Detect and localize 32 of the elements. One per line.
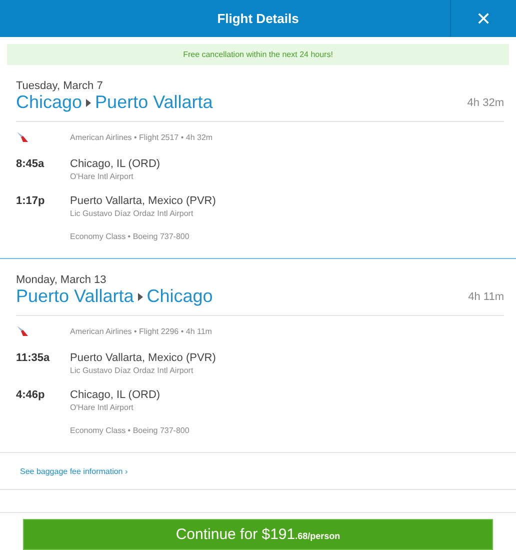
stop-time: 8:45a (16, 158, 46, 172)
caret-icon (138, 292, 143, 300)
airport-name: O'Hare Intl Airport (70, 403, 134, 412)
origin-city: Chicago (16, 92, 82, 113)
flight-date: Tuesday, March 7 (16, 80, 104, 92)
cabin-info: Economy Class • Boeing 737-800 (70, 232, 190, 241)
flight-duration: 4h 32m (467, 96, 504, 108)
caret-icon (86, 98, 92, 106)
window-title: Flight Details (216, 10, 300, 28)
destination-city: Puerto Vallarta (95, 92, 213, 113)
airport-name: Lic Gustavo Díaz Ordaz Intl Airport (70, 209, 194, 218)
stop-time: 11:35a (16, 352, 51, 366)
stop-city: Puerto Vallarta, Mexico (PVR) (70, 195, 217, 207)
cabin-info: Economy Class • Boeing 737-800 (70, 426, 190, 435)
destination-city: Chicago (146, 286, 213, 307)
origin-city: Puerto Vallarta (16, 286, 134, 307)
stop-city: Chicago, IL (ORD) (70, 389, 162, 401)
cancellation-banner: Free cancellation within the next 24 hours! (7, 44, 509, 65)
flight-info: American Airlines • Flight 2517 • 4h 32m (70, 132, 213, 142)
flight-date: Monday, March 13 (16, 274, 108, 286)
flight-duration: 4h 11m (468, 290, 504, 302)
stop-city: Chicago, IL (ORD) (70, 158, 162, 170)
baggage-link[interactable]: See baggage fee information › (20, 467, 128, 476)
stop-city: Puerto Vallarta, Mexico (PVR) (70, 352, 217, 364)
stop-time: 4:46p (16, 389, 46, 403)
airline-logo-icon (16, 324, 30, 338)
stop-time: 1:17p (16, 195, 46, 209)
airline-logo-icon (16, 130, 30, 144)
flight-info: American Airlines • Flight 2296 • 4h 11m (70, 326, 212, 336)
airport-name: Lic Gustavo Díaz Ordaz Intl Airport (70, 366, 194, 375)
airport-name: O'Hare Intl Airport (70, 172, 134, 181)
continue-button[interactable]: Continue for $191.68/person (23, 519, 493, 550)
